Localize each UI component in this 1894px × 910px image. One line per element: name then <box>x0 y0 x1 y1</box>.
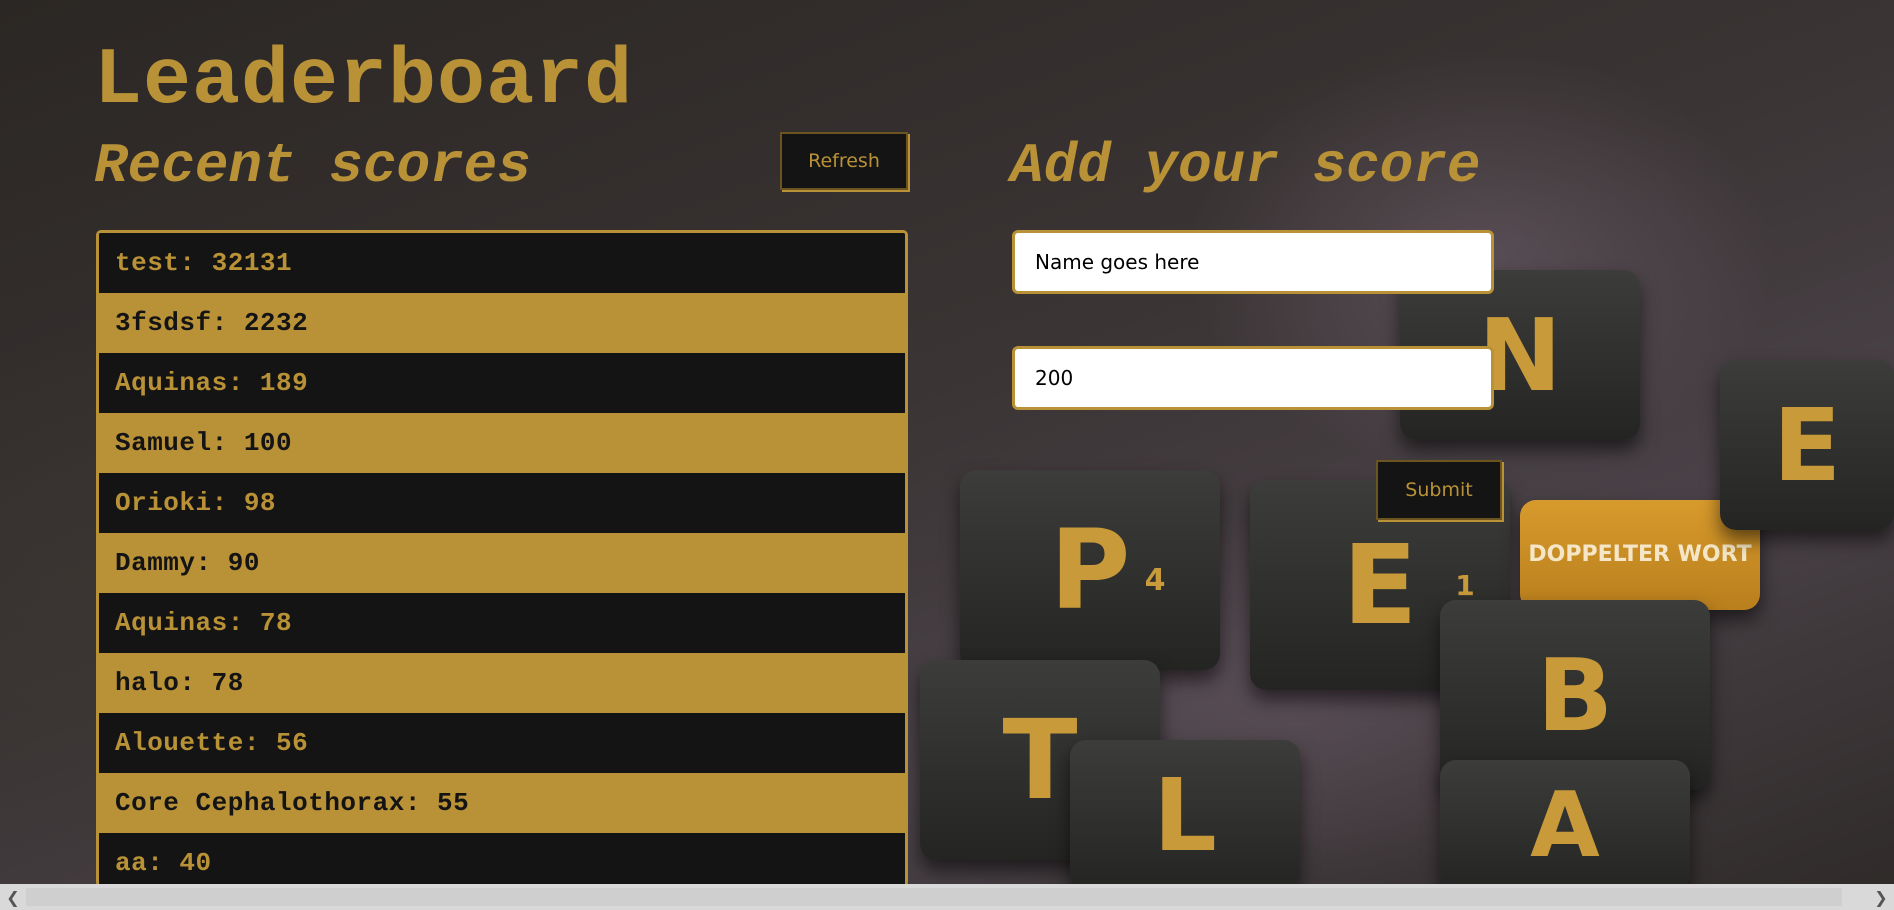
score-row: Alouette: 56 <box>99 713 905 773</box>
score-row: Aquinas: 78 <box>99 593 905 653</box>
score-row: Aquinas: 189 <box>99 353 905 413</box>
score-row: 3fsdsf: 2232 <box>99 293 905 353</box>
score-row: Dammy: 90 <box>99 533 905 593</box>
score-row: halo: 78 <box>99 653 905 713</box>
score-list[interactable]: test: 32131 3fsdsf: 2232 Aquinas: 189 Sa… <box>96 230 908 887</box>
refresh-button[interactable]: Refresh <box>780 132 908 190</box>
chevron-left-icon[interactable]: ❮ <box>0 884 26 910</box>
score-row: Samuel: 100 <box>99 413 905 473</box>
score-input-value: 200 <box>1035 366 1074 390</box>
page-title: Leaderboard <box>94 36 634 127</box>
background-tile: A <box>1440 760 1690 890</box>
add-score-heading: Add your score <box>1010 134 1481 198</box>
score-row: Core Cephalothorax: 55 <box>99 773 905 833</box>
submit-button-label: Submit <box>1405 479 1473 501</box>
name-input-value: Name goes here <box>1035 250 1200 274</box>
score-row: aa: 40 <box>99 833 905 887</box>
background-tile: 1 <box>1455 568 1475 602</box>
refresh-button-label: Refresh <box>808 150 880 172</box>
score-input[interactable]: 200 <box>1012 346 1494 410</box>
score-row: Orioki: 98 <box>99 473 905 533</box>
chevron-right-icon[interactable]: ❯ <box>1868 884 1894 910</box>
score-row: test: 32131 <box>99 233 905 293</box>
background-tile: E <box>1720 360 1894 530</box>
submit-button[interactable]: Submit <box>1376 460 1502 520</box>
recent-scores-heading: Recent scores <box>94 134 531 198</box>
background-tile: 4 <box>1144 562 1166 598</box>
name-input[interactable]: Name goes here <box>1012 230 1494 294</box>
horizontal-scrollbar[interactable]: ❮ ❯ <box>0 884 1894 910</box>
background-tile: L <box>1070 740 1300 890</box>
scrollbar-thumb[interactable] <box>26 888 1842 906</box>
